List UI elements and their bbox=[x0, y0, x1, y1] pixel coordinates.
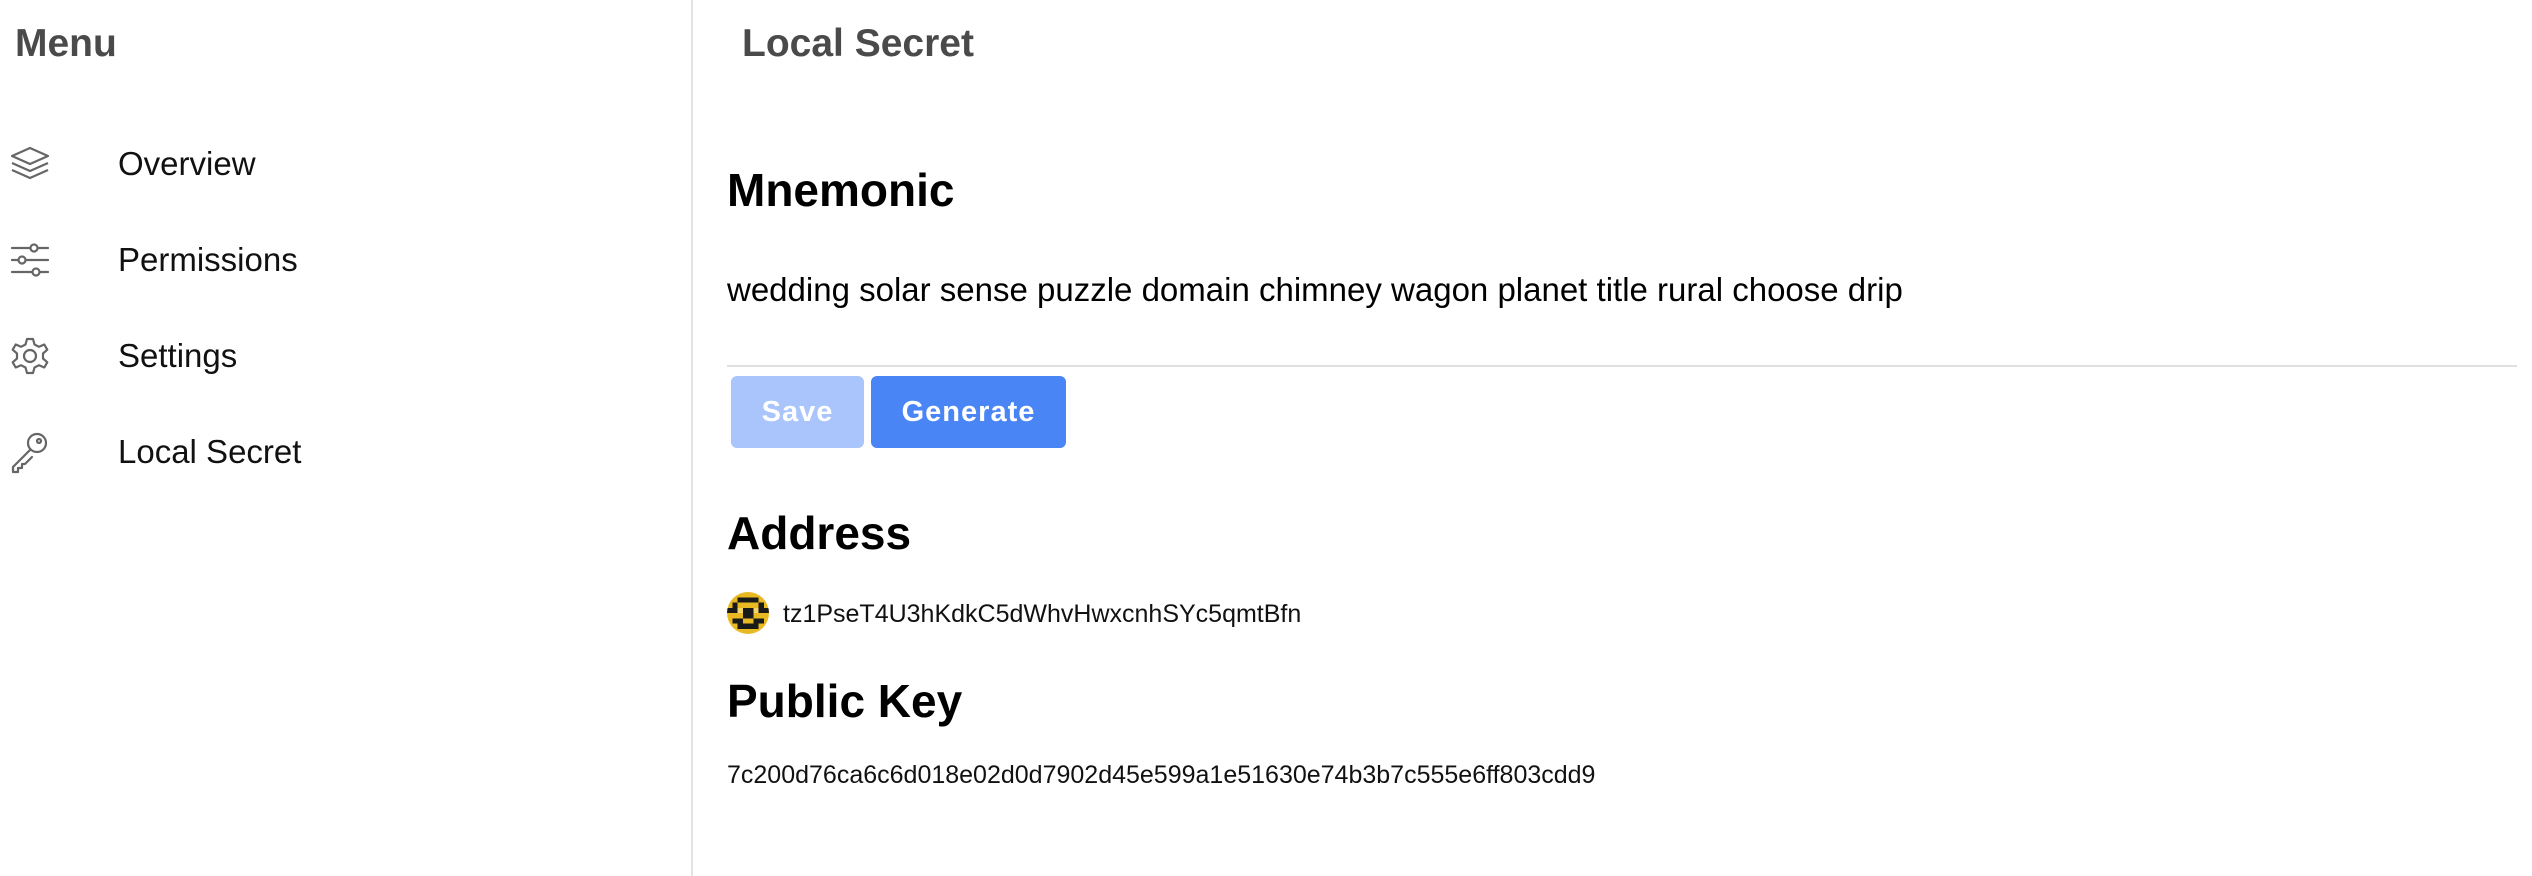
sidebar: Menu Overview Permissions Settings Local… bbox=[0, 0, 693, 876]
address-heading: Address bbox=[727, 507, 912, 559]
divider bbox=[727, 365, 2517, 367]
gear-icon bbox=[8, 332, 52, 380]
address-value[interactable]: tz1PseT4U3hKdkC5dWhvHwxcnhSYc5qmtBfn bbox=[783, 597, 1301, 631]
app-window: Menu Overview Permissions Settings Local… bbox=[0, 0, 2532, 876]
mnemonic-heading: Mnemonic bbox=[727, 164, 955, 216]
sidebar-item-label: Overview bbox=[118, 145, 256, 182]
sliders-icon bbox=[8, 236, 52, 284]
sidebar-item-local-secret[interactable]: Local Secret bbox=[0, 416, 690, 488]
save-button[interactable]: Save bbox=[731, 376, 864, 448]
public-key-value[interactable]: 7c200d76ca6c6d018e02d0d7902d45e599a1e516… bbox=[727, 758, 1595, 792]
sidebar-item-overview[interactable]: Overview bbox=[0, 128, 690, 200]
sidebar-item-label: Permissions bbox=[118, 241, 298, 278]
page-title: Local Secret bbox=[742, 22, 974, 65]
address-avatar bbox=[727, 592, 769, 634]
key-icon bbox=[8, 428, 52, 476]
mnemonic-value[interactable]: wedding solar sense puzzle domain chimne… bbox=[727, 268, 1903, 312]
sidebar-item-permissions[interactable]: Permissions bbox=[0, 224, 690, 296]
sidebar-title: Menu bbox=[15, 22, 117, 65]
sidebar-item-label: Settings bbox=[118, 337, 238, 374]
main-content: Local Secret Mnemonic wedding solar sens… bbox=[695, 0, 2532, 876]
sidebar-item-settings[interactable]: Settings bbox=[0, 320, 690, 392]
generate-button[interactable]: Generate bbox=[871, 376, 1066, 448]
public-key-heading: Public Key bbox=[727, 675, 963, 727]
layers-icon bbox=[8, 140, 52, 188]
sidebar-item-label: Local Secret bbox=[118, 433, 302, 470]
